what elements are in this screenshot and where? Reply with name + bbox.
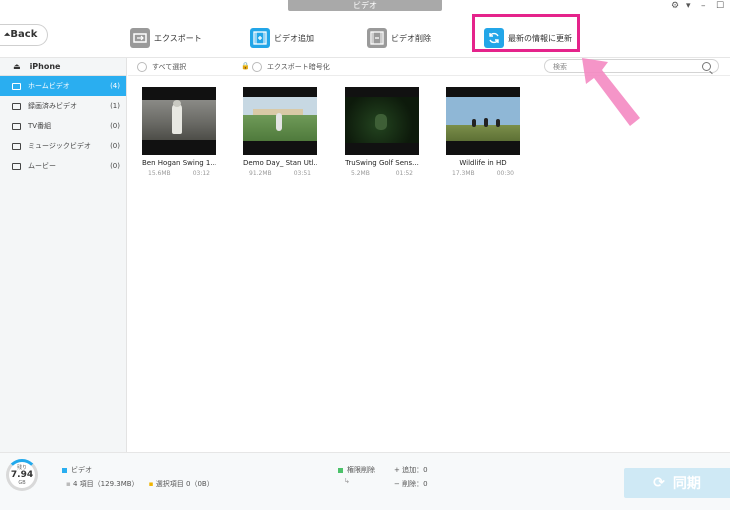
sidebar-item-count: (4) — [110, 82, 120, 90]
select-all-label: すべて選択 — [152, 63, 187, 71]
search-placeholder: 検索 — [553, 63, 567, 71]
export-label: エクスポート — [154, 33, 202, 43]
movie-icon — [12, 162, 21, 170]
sidebar-item-movie[interactable]: ムービー (0) — [0, 156, 126, 176]
chevron-down-icon[interactable]: ▾ — [686, 1, 691, 11]
video-duration: 03:51 — [293, 170, 311, 177]
video-size: 5.2MB — [351, 170, 370, 177]
delete-video-label: ビデオ削除 — [391, 33, 431, 43]
video-item[interactable]: Demo Day_ Stan Utl... 91.2MB 03:51 — [243, 87, 317, 177]
add-video-icon — [250, 28, 270, 48]
video-thumbnail[interactable] — [345, 87, 419, 155]
return-arrow-icon: ↳ — [344, 477, 350, 485]
lock-icon: 🔒 — [241, 62, 250, 70]
gear-icon[interactable]: ⚙ — [671, 1, 679, 11]
maximize-icon[interactable]: ☐ — [716, 1, 724, 11]
added-count: + 追加：0 — [394, 465, 428, 475]
sidebar-item-count: (0) — [110, 122, 120, 130]
video-size: 15.6MB — [148, 170, 171, 177]
video-duration: 03:12 — [192, 170, 210, 177]
removed-label: 削除：0 — [402, 480, 428, 488]
storage-value: 7.94 — [10, 470, 34, 480]
items-summary: ▪ 4 項目（129.3MB） ▪ 選択項目 0（0B） — [66, 480, 214, 488]
video-name: TruSwing Golf Sens... — [345, 159, 419, 167]
status-footer: 残り 7.94 GB ビデオ ▪ 4 項目（129.3MB） ▪ 選択項目 0（… — [0, 452, 730, 510]
video-thumbnail[interactable] — [142, 87, 216, 155]
recorded-video-icon — [12, 102, 21, 110]
refresh-highlight-box — [472, 14, 580, 52]
title-bar: ビデオ ⚙ ▾ – ☐ — [0, 0, 730, 14]
delete-section-label: 権限削除 — [347, 466, 375, 474]
video-size: 91.2MB — [249, 170, 272, 177]
minus-icon: − — [394, 480, 403, 488]
sidebar-item-count: (0) — [110, 162, 120, 170]
music-video-icon — [12, 142, 21, 150]
sync-button[interactable]: ⟳ 同期 — [624, 468, 730, 498]
delete-section: 権限削除 — [338, 465, 375, 475]
sidebar-item-count: (0) — [110, 142, 120, 150]
select-all-checkbox[interactable] — [137, 62, 147, 72]
back-button[interactable]: ⏶Back — [0, 24, 48, 46]
sidebar: ⏏ iPhone ホームビデオ (4) 録画済みビデオ (1) TV番組 (0)… — [0, 58, 127, 452]
category-indicator: ビデオ — [62, 465, 92, 475]
sidebar-item-home-video[interactable]: ホームビデオ (4) — [0, 76, 126, 96]
video-thumbnail[interactable] — [243, 87, 317, 155]
sidebar-item-label: ホームビデオ — [28, 82, 70, 90]
video-size: 17.3MB — [452, 170, 475, 177]
pointer-arrow — [582, 58, 640, 126]
sidebar-item-label: ムービー — [28, 162, 56, 170]
plus-icon: + — [394, 466, 403, 474]
add-video-label: ビデオ追加 — [274, 33, 314, 43]
sidebar-item-count: (1) — [110, 102, 120, 110]
sidebar-item-tv-shows[interactable]: TV番組 (0) — [0, 116, 126, 136]
device-header[interactable]: ⏏ iPhone — [0, 58, 126, 76]
search-icon[interactable] — [702, 62, 711, 71]
sidebar-item-recorded-video[interactable]: 録画済みビデオ (1) — [0, 96, 126, 116]
eject-icon: ⏏ — [13, 62, 21, 71]
storage-gauge: 残り 7.94 GB — [6, 459, 38, 491]
export-icon — [130, 28, 150, 48]
sync-label: 同期 — [672, 476, 701, 492]
video-item[interactable]: Wildlife in HD 17.3MB 00:30 — [446, 87, 520, 177]
minimize-icon[interactable]: – — [701, 1, 706, 11]
back-label: Back — [10, 29, 38, 40]
category-color-icon — [62, 467, 67, 473]
added-label: 追加：0 — [402, 466, 428, 474]
sidebar-item-label: ミュージックビデオ — [28, 142, 91, 150]
video-item[interactable]: TruSwing Golf Sens... 5.2MB 01:52 — [345, 87, 419, 177]
video-thumbnail[interactable] — [446, 87, 520, 155]
home-video-icon — [12, 82, 21, 90]
window-title: ビデオ — [288, 0, 442, 11]
video-duration: 01:52 — [395, 170, 413, 177]
delete-color-icon — [338, 467, 343, 473]
video-name: Wildlife in HD — [459, 159, 507, 167]
delete-video-icon — [367, 28, 387, 48]
removed-count: − 削除：0 — [394, 479, 428, 489]
delete-video-button[interactable]: ビデオ削除 — [367, 26, 431, 50]
video-item[interactable]: Ben Hogan Swing 1... 15.6MB 03:12 — [142, 87, 216, 177]
sidebar-item-music-video[interactable]: ミュージックビデオ (0) — [0, 136, 126, 156]
sidebar-item-label: 録画済みビデオ — [28, 102, 77, 110]
encrypt-export-checkbox[interactable] — [252, 62, 262, 72]
add-video-button[interactable]: ビデオ追加 — [250, 26, 314, 50]
tv-icon — [12, 122, 21, 130]
video-duration: 00:30 — [496, 170, 514, 177]
export-button[interactable]: エクスポート — [130, 26, 202, 50]
encrypt-export-label: エクスポート暗号化 — [267, 63, 330, 71]
device-name: iPhone — [29, 62, 61, 71]
sync-icon: ⟳ — [653, 475, 665, 491]
video-name: Ben Hogan Swing 1... — [142, 159, 216, 167]
video-name: Demo Day_ Stan Utl... — [243, 159, 317, 167]
storage-unit: GB — [18, 480, 26, 486]
category-label: ビデオ — [71, 466, 92, 474]
items-summary-text: 4 項目（129.3MB） — [72, 480, 139, 488]
sidebar-item-label: TV番組 — [28, 122, 52, 130]
selected-summary-text: 選択項目 0（0B） — [155, 480, 214, 488]
